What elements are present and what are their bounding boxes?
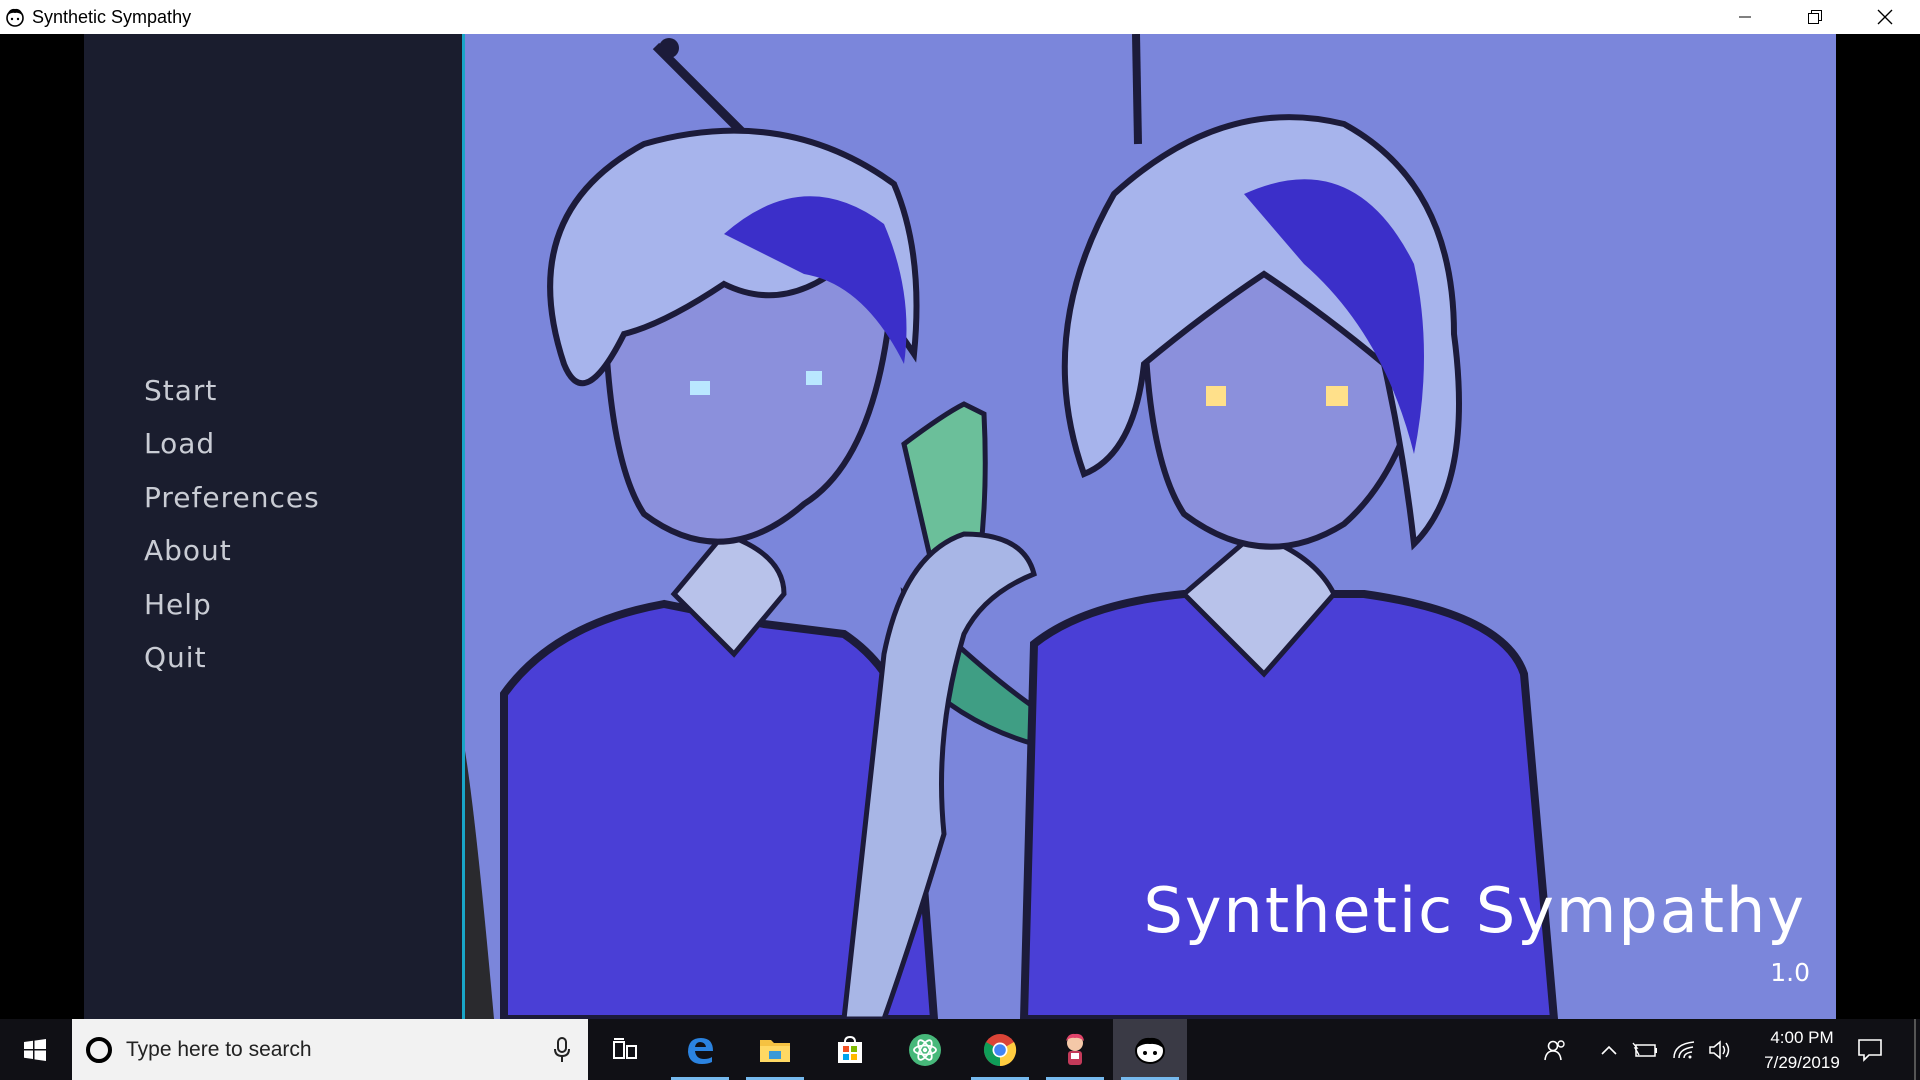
menu-about-button[interactable]: About bbox=[144, 524, 320, 577]
app-face-icon bbox=[6, 8, 24, 27]
action-center-button[interactable] bbox=[1850, 1019, 1890, 1080]
main-menu: Start Load Preferences About Help Quit bbox=[144, 364, 320, 684]
windows-logo-icon bbox=[24, 1038, 46, 1061]
volume-icon bbox=[1709, 1039, 1730, 1060]
menu-load-button[interactable]: Load bbox=[144, 417, 320, 470]
show-hidden-icons-button[interactable] bbox=[1596, 1019, 1622, 1080]
window-controls bbox=[1710, 0, 1920, 34]
taskbar-synthetic-sympathy[interactable] bbox=[1113, 1019, 1187, 1080]
store-icon bbox=[838, 1035, 862, 1063]
restore-button[interactable] bbox=[1780, 0, 1850, 34]
synthetic-sympathy-icon bbox=[1135, 1037, 1165, 1064]
file-explorer-icon bbox=[760, 1039, 790, 1062]
menu-quit-button[interactable]: Quit bbox=[144, 631, 320, 684]
window-title: Synthetic Sympathy bbox=[32, 6, 192, 27]
action-center-icon bbox=[1858, 1038, 1882, 1062]
game-version: 1.0 bbox=[1770, 958, 1810, 987]
taskbar-file-explorer[interactable] bbox=[738, 1019, 812, 1080]
cortana-icon bbox=[86, 1036, 112, 1063]
close-icon bbox=[1877, 9, 1893, 25]
taskbar-chrome[interactable] bbox=[963, 1019, 1037, 1080]
battery-icon bbox=[1632, 1042, 1657, 1057]
battery-button[interactable] bbox=[1628, 1019, 1662, 1080]
people-icon bbox=[1544, 1039, 1565, 1060]
menu-preferences-button[interactable]: Preferences bbox=[144, 471, 320, 524]
microphone-icon[interactable] bbox=[554, 1037, 570, 1063]
window-titlebar[interactable]: Synthetic Sympathy bbox=[0, 0, 1920, 34]
taskbar-edge[interactable] bbox=[663, 1019, 737, 1080]
renpy-icon bbox=[1066, 1033, 1084, 1065]
taskbar-renpy[interactable] bbox=[1038, 1019, 1112, 1080]
show-desktop-button[interactable] bbox=[1914, 1019, 1916, 1080]
menu-help-button[interactable]: Help bbox=[144, 578, 320, 631]
taskbar-clock[interactable]: 4:00 PM 7/29/2019 bbox=[1752, 1025, 1852, 1075]
taskbar: Type here to search 4:00 PM 7/29/2019 bbox=[0, 1019, 1920, 1080]
edge-icon bbox=[688, 1037, 713, 1064]
menu-start-button[interactable]: Start bbox=[144, 364, 320, 417]
minimize-button[interactable] bbox=[1710, 0, 1780, 34]
menu-divider bbox=[462, 34, 465, 1019]
chevron-up-icon bbox=[1601, 1045, 1617, 1055]
chrome-icon bbox=[983, 1033, 1017, 1066]
taskbar-atom[interactable] bbox=[888, 1019, 962, 1080]
network-button[interactable] bbox=[1668, 1019, 1700, 1080]
volume-button[interactable] bbox=[1704, 1019, 1736, 1080]
wifi-icon bbox=[1673, 1040, 1695, 1058]
task-view-icon bbox=[613, 1037, 637, 1059]
game-canvas: Start Load Preferences About Help Quit S… bbox=[84, 34, 1836, 1019]
clock-date: 7/29/2019 bbox=[1764, 1053, 1840, 1072]
minimize-icon bbox=[1739, 16, 1751, 18]
close-button[interactable] bbox=[1850, 0, 1920, 34]
task-view-button[interactable] bbox=[588, 1019, 662, 1080]
taskbar-search-box[interactable]: Type here to search bbox=[72, 1019, 588, 1080]
game-window: Start Load Preferences About Help Quit S… bbox=[0, 34, 1920, 1019]
clock-time: 4:00 PM bbox=[1770, 1028, 1834, 1047]
game-title: Synthetic Sympathy bbox=[1143, 874, 1806, 947]
atom-icon bbox=[909, 1033, 941, 1066]
taskbar-store[interactable] bbox=[813, 1019, 887, 1080]
start-button[interactable] bbox=[0, 1019, 70, 1080]
people-button[interactable] bbox=[1538, 1019, 1572, 1080]
search-placeholder: Type here to search bbox=[126, 1037, 312, 1061]
restore-icon bbox=[1808, 10, 1822, 24]
